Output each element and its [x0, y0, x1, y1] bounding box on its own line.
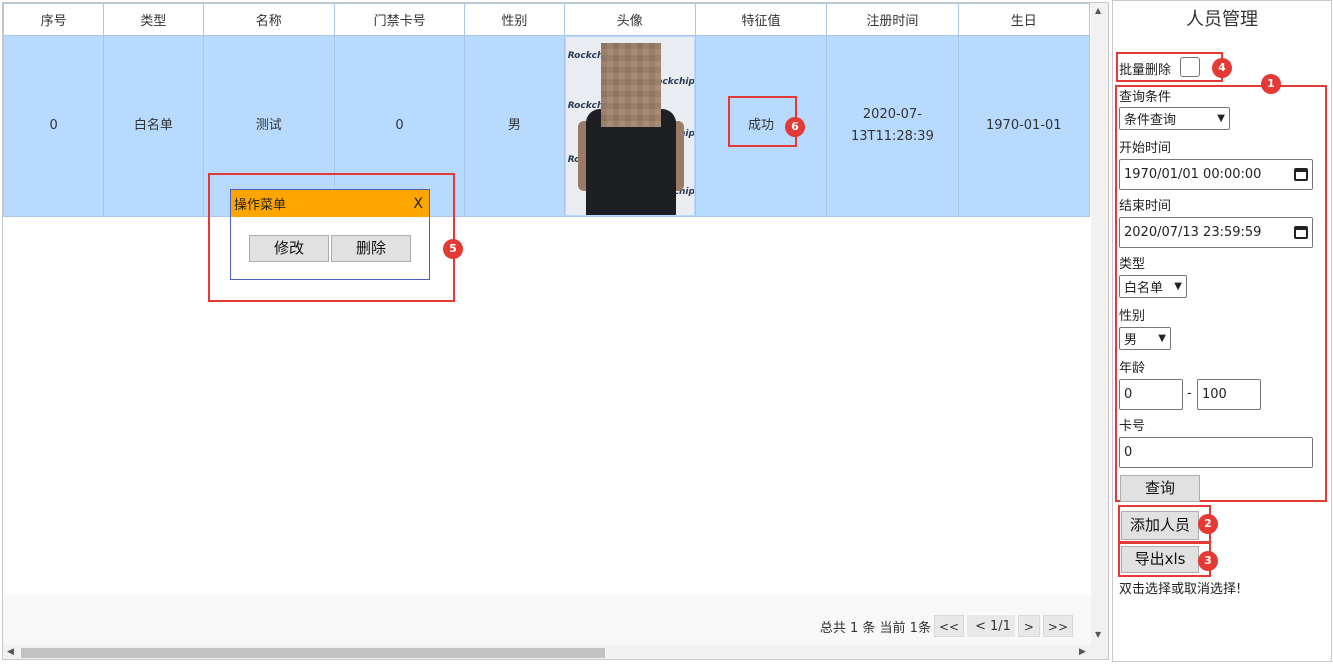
- gender-select[interactable]: 男 ▼: [1119, 327, 1171, 350]
- calendar-icon[interactable]: [1294, 168, 1308, 181]
- annotation-badge-1: 1: [1261, 74, 1281, 94]
- start-time-input[interactable]: 1970/01/01 00:00:00: [1119, 159, 1313, 190]
- col-header-name[interactable]: 名称: [202, 3, 335, 36]
- popup-body: 修改 删除: [231, 217, 429, 262]
- pager-next-button[interactable]: >: [1017, 615, 1040, 637]
- pager-last-button[interactable]: >>: [1042, 615, 1073, 637]
- col-header-reg-time[interactable]: 注册时间: [826, 3, 959, 36]
- annotation-badge-2: 2: [1198, 514, 1218, 534]
- card-label: 卡号: [1119, 419, 1146, 434]
- scroll-left-arrow-icon[interactable]: ◀: [7, 647, 14, 657]
- query-condition-value: 条件查询: [1124, 113, 1177, 128]
- type-label: 类型: [1119, 257, 1146, 272]
- age-max-input[interactable]: 100: [1197, 379, 1261, 410]
- annotation-badge-3: 3: [1198, 551, 1218, 571]
- type-select[interactable]: 白名单 ▼: [1119, 275, 1187, 298]
- person-table-area: 序号 类型 名称 门禁卡号 性别 头像 特征值 注册时间 生日 0 白名单 测试…: [2, 2, 1109, 660]
- query-button[interactable]: 查询: [1120, 475, 1200, 502]
- table-header-row: 序号 类型 名称 门禁卡号 性别 头像 特征值 注册时间 生日: [3, 3, 1091, 36]
- vertical-scrollbar[interactable]: ▲ ▼: [1091, 3, 1108, 645]
- popup-title: 操作菜单: [234, 198, 287, 213]
- calendar-icon[interactable]: [1294, 226, 1308, 239]
- chevron-down-icon: ▼: [1158, 333, 1166, 344]
- cell-index: 0: [3, 35, 105, 217]
- start-time-label: 开始时间: [1119, 141, 1172, 156]
- chevron-down-icon: ▼: [1174, 281, 1182, 292]
- col-header-gender[interactable]: 性别: [464, 3, 565, 36]
- pager-page-group: < 1/1: [967, 615, 1015, 637]
- card-value: 0: [1124, 445, 1133, 460]
- popup-close-button[interactable]: X: [413, 196, 423, 212]
- edit-button[interactable]: 修改: [249, 235, 329, 262]
- avatar-photo: Rockchip Rockchip Rockchip Rockchip Rock…: [565, 37, 694, 215]
- pager-page-indicator: 1/1: [989, 618, 1011, 634]
- chevron-down-icon: ▼: [1217, 113, 1225, 124]
- scroll-right-arrow-icon[interactable]: ▶: [1079, 647, 1086, 657]
- horizontal-scroll-thumb[interactable]: [21, 648, 605, 658]
- person-management-panel: 人员管理 批量删除 4 1 查询条件 条件查询 ▼ 开始时间 1970/01/0…: [1112, 0, 1332, 662]
- add-person-button[interactable]: 添加人员: [1121, 511, 1199, 540]
- card-input[interactable]: 0: [1119, 437, 1313, 468]
- reg-time-line1: 2020-07-: [862, 107, 922, 122]
- pager-strip: 总共 1 条 当前 1条 << < 1/1 > >>: [3, 595, 1091, 645]
- pager-first-button[interactable]: <<: [933, 615, 965, 637]
- horizontal-scrollbar[interactable]: ◀ ▶: [3, 645, 1108, 659]
- end-time-value: 2020/07/13 23:59:59: [1124, 225, 1262, 240]
- age-min-value: 0: [1124, 387, 1133, 402]
- col-header-avatar[interactable]: 头像: [563, 3, 696, 36]
- cell-reg-time: 2020-07- 13T11:28:39: [826, 35, 959, 217]
- cell-type: 白名单: [103, 35, 204, 217]
- delete-button[interactable]: 删除: [331, 235, 411, 262]
- batch-delete-checkbox[interactable]: [1180, 57, 1200, 77]
- table-row[interactable]: 0 白名单 测试 0 男 Rockchip Rockchip Rockchip …: [3, 35, 1091, 217]
- age-label: 年龄: [1119, 361, 1146, 376]
- popup-header: 操作菜单 X: [231, 190, 429, 217]
- cell-birthday: 1970-01-01: [957, 35, 1091, 217]
- query-condition-label: 查询条件: [1119, 90, 1172, 105]
- cell-avatar: Rockchip Rockchip Rockchip Rockchip Rock…: [563, 35, 696, 217]
- gender-label: 性别: [1119, 309, 1146, 324]
- end-time-label: 结束时间: [1119, 199, 1172, 214]
- age-separator: -: [1187, 386, 1192, 401]
- col-header-birthday[interactable]: 生日: [957, 3, 1091, 36]
- start-time-value: 1970/01/01 00:00:00: [1124, 167, 1262, 182]
- pager-prev-button[interactable]: <: [971, 619, 990, 634]
- panel-title: 人员管理: [1186, 9, 1258, 30]
- scroll-down-arrow-icon[interactable]: ▼: [1095, 630, 1101, 639]
- cell-gender: 男: [464, 35, 565, 217]
- pager: 总共 1 条 当前 1条 << < 1/1 > >>: [820, 615, 1073, 637]
- age-max-value: 100: [1202, 387, 1227, 402]
- operation-menu-popup: 操作菜单 X 修改 删除: [230, 189, 430, 280]
- col-header-index[interactable]: 序号: [3, 3, 105, 36]
- pixelated-face: [600, 43, 661, 127]
- age-min-input[interactable]: 0: [1119, 379, 1183, 410]
- gender-value: 男: [1124, 333, 1138, 348]
- pager-total: 总共 1 条 当前 1条: [819, 620, 931, 636]
- col-header-type[interactable]: 类型: [103, 3, 204, 36]
- reg-time-line2: 13T11:28:39: [850, 129, 934, 144]
- annotation-badge-4: 4: [1212, 58, 1232, 78]
- col-header-feature[interactable]: 特征值: [694, 3, 828, 36]
- end-time-input[interactable]: 2020/07/13 23:59:59: [1119, 217, 1313, 248]
- annotation-badge-5: 5: [443, 239, 463, 259]
- batch-delete-label: 批量删除: [1119, 63, 1172, 78]
- col-header-card[interactable]: 门禁卡号: [333, 3, 466, 36]
- type-value: 白名单: [1124, 281, 1164, 296]
- export-xls-button[interactable]: 导出xls: [1121, 546, 1199, 573]
- person-table: 序号 类型 名称 门禁卡号 性别 头像 特征值 注册时间 生日 0 白名单 测试…: [3, 3, 1091, 217]
- query-condition-select[interactable]: 条件查询 ▼: [1119, 107, 1230, 130]
- annotation-badge-6: 6: [785, 117, 805, 137]
- scroll-up-arrow-icon[interactable]: ▲: [1095, 6, 1101, 15]
- selection-hint: 双击选择或取消选择!: [1119, 582, 1242, 597]
